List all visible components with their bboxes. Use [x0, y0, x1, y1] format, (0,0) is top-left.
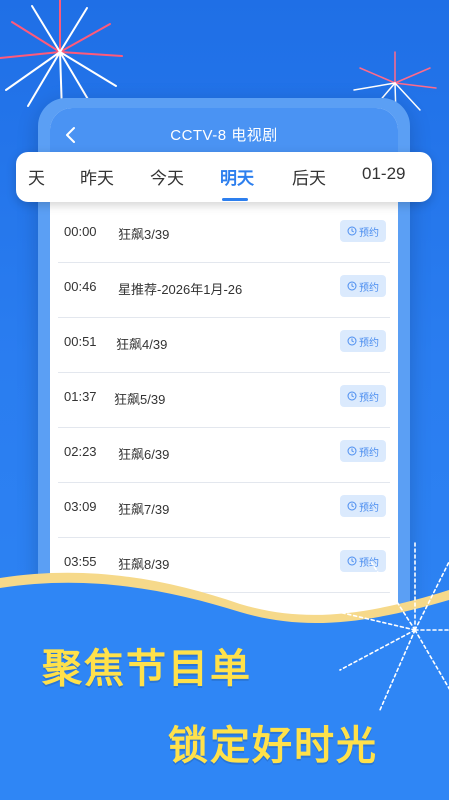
tab-partial-day[interactable]: 天 — [28, 164, 45, 189]
program-title: 星推荐-2026年1月-26 — [118, 282, 243, 297]
reserve-button[interactable]: 预约 — [340, 495, 386, 517]
program-time: 01:37 — [64, 389, 97, 404]
clock-icon — [347, 281, 357, 291]
reserve-button-label: 预约 — [359, 337, 379, 349]
program-title: 狂飙4/39 — [116, 337, 168, 352]
program-time: 03:09 — [64, 499, 97, 514]
firework-decoration — [329, 539, 449, 711]
reserve-button-label: 预约 — [359, 447, 379, 459]
program-title: 狂飙5/39 — [114, 392, 166, 407]
tab-tomorrow[interactable]: 明天 — [220, 164, 254, 189]
slogan-line-1: 聚焦节目单 — [42, 646, 252, 692]
reserve-button-label: 预约 — [359, 282, 379, 294]
list-item: 00:46 星推荐-2026年1月-26 预约 — [58, 263, 390, 318]
list-item: 01:37 狂飙5/39 预约 — [58, 373, 390, 428]
clock-icon — [347, 226, 357, 236]
program-time: 00:00 — [64, 224, 97, 239]
page-title: CCTV-8 电视剧 — [170, 126, 278, 144]
list-item: 02:23 狂飙6/39 预约 — [58, 428, 390, 483]
program-time: 00:51 — [64, 334, 97, 349]
active-tab-indicator — [222, 198, 248, 201]
list-item: 00:00 狂飙3/39 预约 — [58, 208, 390, 263]
list-item: 00:51 狂飙4/39 预约 — [58, 318, 390, 373]
clock-icon — [347, 446, 357, 456]
back-arrow-icon[interactable] — [60, 124, 82, 146]
tab-yesterday[interactable]: 昨天 — [80, 164, 114, 189]
tab-today[interactable]: 今天 — [150, 164, 184, 189]
program-title: 狂飙3/39 — [118, 227, 170, 242]
tab-day-after-tomorrow[interactable]: 后天 — [292, 164, 326, 189]
reserve-button-label: 预约 — [359, 392, 379, 404]
reserve-button[interactable]: 预约 — [340, 440, 386, 462]
reserve-button[interactable]: 预约 — [340, 385, 386, 407]
reserve-button[interactable]: 预约 — [340, 275, 386, 297]
program-time: 02:23 — [64, 444, 97, 459]
date-tabs: 天 昨天 今天 明天 后天 01-29 — [16, 152, 432, 202]
reserve-button[interactable]: 预约 — [340, 330, 386, 352]
clock-icon — [347, 336, 357, 346]
reserve-button[interactable]: 预约 — [340, 220, 386, 242]
reserve-button-label: 预约 — [359, 227, 379, 239]
clock-icon — [347, 501, 357, 511]
program-time: 00:46 — [64, 279, 97, 294]
program-title: 狂飙6/39 — [118, 447, 170, 462]
reserve-button-label: 预约 — [359, 502, 379, 514]
tab-date-01-29[interactable]: 01-29 — [362, 164, 405, 184]
clock-icon — [347, 391, 357, 401]
slogan-line-2: 锁定好时光 — [168, 723, 378, 769]
program-title: 狂飙7/39 — [118, 502, 170, 517]
